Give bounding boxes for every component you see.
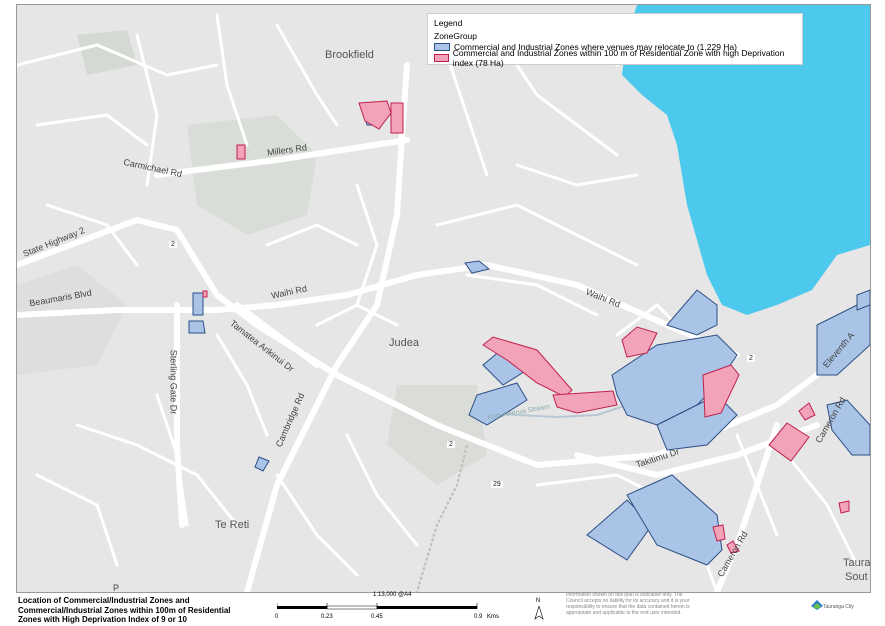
map-layer [17, 5, 870, 592]
legend-swatch-blue [434, 42, 450, 51]
map-title: Location of Commercial/Industrial Zones … [18, 596, 231, 624]
highway-shield: 2 [447, 441, 455, 448]
north-arrow: N [533, 598, 545, 620]
legend-title: Legend [434, 18, 463, 28]
commercial-zone [192, 292, 204, 316]
deprivation-zone [202, 290, 208, 298]
place-label-tauranga-south-2: Sout [845, 571, 868, 583]
place-label-tauranga-south-1: Taura [843, 557, 871, 569]
place-label-judea: Judea [389, 337, 419, 349]
map-canvas[interactable]: Brookfield Judea Te Reti Taura Sout Carm… [16, 4, 871, 593]
deprivation-zone [390, 102, 404, 134]
scale-tick: 0.23 [321, 614, 333, 620]
logo-icon [811, 600, 823, 610]
highway-shield: 2 [169, 241, 177, 248]
scale-bar-graphic [277, 603, 478, 610]
scale-unit: Kms [487, 614, 499, 620]
scale-tick: 0 [275, 614, 279, 620]
deprivation-zone [838, 500, 850, 514]
scale-tick: 0.45 [371, 614, 383, 620]
legend-item-deprivation: Commercial and Industrial Zones within 1… [434, 48, 802, 68]
north-label: N [536, 598, 541, 604]
legend-group-label: ZoneGroup [434, 31, 477, 41]
north-arrow-icon [534, 606, 544, 620]
scale-tick: 0.9 [474, 614, 483, 620]
road-label-sterling-gate: Sterling Gate Dr [168, 349, 179, 415]
map-legend: Legend ZoneGroup Commercial and Industri… [427, 13, 803, 68]
road-label-edge: P [113, 583, 120, 593]
highway-shield: 2 [747, 355, 755, 362]
disclaimer: Information shown on this plan is indica… [566, 592, 690, 616]
highway-shield: 29 [491, 481, 503, 488]
place-label-te-reti: Te Reti [215, 519, 250, 531]
deprivation-zone [236, 144, 246, 160]
legend-label: Commercial and Industrial Zones within 1… [452, 47, 785, 68]
scale-bar: 1:13,000 @A4 0 0.23 0.45 0.9 Kms [275, 592, 517, 622]
place-label-brookfield: Brookfield [325, 49, 374, 61]
legend-swatch-pink [434, 53, 449, 62]
commercial-zone [188, 320, 206, 334]
scale-ratio: 1:13,000 @A4 [373, 592, 412, 598]
logo-text: Tauranga City [823, 604, 854, 610]
